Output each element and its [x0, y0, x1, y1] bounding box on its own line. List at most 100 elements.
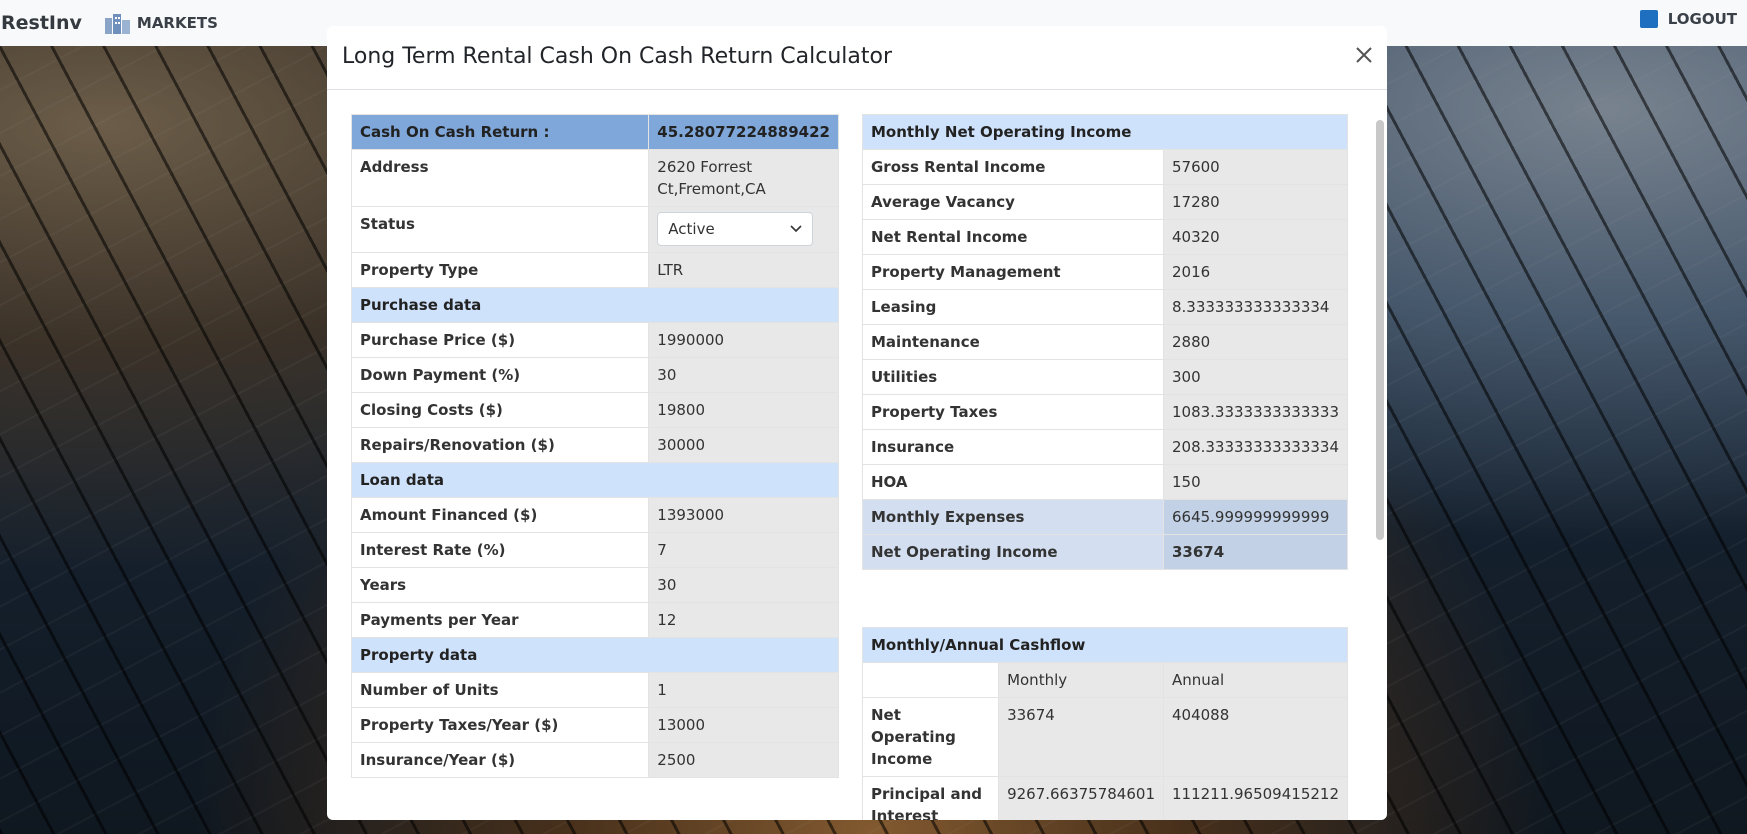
net-operating-income-row: Net Operating Income 33674 — [862, 534, 1349, 570]
cashflow-column-headers: Monthly Annual — [861, 662, 1349, 698]
noi-row: Utilities 300 — [862, 359, 1349, 395]
data-row: Number of Units 1 — [350, 672, 839, 708]
row-value: 2620 Forrest Ct,Fremont,CA — [648, 149, 839, 207]
nav-markets-link[interactable]: MARKETS — [104, 12, 218, 34]
section-title: Purchase data — [351, 287, 839, 323]
data-row: Closing Costs ($) 19800 — [350, 392, 839, 428]
section-title: Property data — [351, 637, 839, 673]
noi-row: Leasing 8.333333333333334 — [862, 289, 1349, 325]
row-label: Insurance/Year ($) — [350, 742, 650, 778]
row-label: Property Taxes/Year ($) — [350, 707, 650, 743]
row-value: 19800 — [648, 392, 839, 428]
row-value: 12 — [648, 602, 839, 638]
noi-row: Property Taxes 1083.3333333333333 — [862, 394, 1349, 430]
data-row: Insurance/Year ($) 2500 — [350, 742, 839, 778]
noi-row-value: 300 — [1162, 359, 1349, 395]
status-select-value: Active — [668, 220, 715, 238]
noi-row-label: Insurance — [862, 429, 1164, 465]
row-label: Property Type — [350, 252, 650, 288]
noi-row-value: 57600 — [1162, 149, 1349, 185]
noi-row-label: Leasing — [862, 289, 1164, 325]
noi-row-value: 2880 — [1162, 324, 1349, 360]
data-row: Amount Financed ($) 1393000 — [350, 497, 839, 533]
cashflow-col-monthly: Monthly — [998, 662, 1164, 698]
row-label: Closing Costs ($) — [350, 392, 650, 428]
section-header-row: Purchase data — [351, 287, 839, 323]
row-value: 1990000 — [648, 322, 839, 358]
monthly-expenses-value: 6645.999999999999 — [1162, 499, 1349, 535]
noi-row: Property Management 2016 — [862, 254, 1349, 290]
row-label: Status — [350, 206, 650, 253]
cashflow-row-label: Principal and Interest — [861, 776, 1000, 820]
data-row: Payments per Year 12 — [350, 602, 839, 638]
modal-body: Cash On Cash Return :45.28077224889422 Ad… — [327, 90, 1387, 820]
row-value: 7 — [648, 532, 839, 568]
noi-row: Average Vacancy 17280 — [862, 184, 1349, 220]
buildings-icon — [104, 14, 130, 34]
section-title: Loan data — [351, 462, 839, 498]
calculator-modal: Long Term Rental Cash On Cash Return Cal… — [327, 26, 1387, 820]
noi-row-label: Gross Rental Income — [862, 149, 1164, 185]
cashflow-row-label: Net Operating Income — [861, 697, 1000, 777]
monthly-expenses-row: Monthly Expenses 6645.999999999999 — [862, 499, 1349, 535]
cashflow-annual-value: 404088 — [1162, 697, 1349, 777]
cash-on-cash-value: 45.28077224889422 — [648, 114, 839, 150]
cashflow-corner-cell — [861, 662, 1000, 698]
cashflow-annual-value: 111211.96509415212 — [1162, 776, 1349, 820]
noi-row-label: Property Taxes — [862, 394, 1164, 430]
row-label: Amount Financed ($) — [350, 497, 650, 533]
cashflow-col-annual: Annual — [1162, 662, 1349, 698]
noi-row-label: Maintenance — [862, 324, 1164, 360]
noi-row-value: 2016 — [1162, 254, 1349, 290]
data-row: Address 2620 Forrest Ct,Fremont,CA — [350, 149, 839, 207]
row-value: 1 — [648, 672, 839, 708]
modal-title: Long Term Rental Cash On Cash Return Cal… — [342, 44, 892, 69]
logout-button[interactable]: LOGOUT — [1639, 10, 1737, 28]
noi-row-label: HOA — [862, 464, 1164, 500]
net-operating-income-value: 33674 — [1162, 534, 1349, 570]
property-input-table: Cash On Cash Return :45.28077224889422 Ad… — [350, 114, 839, 778]
noi-table: Monthly Net Operating Income Gross Renta… — [862, 114, 1349, 570]
cashflow-table: Monthly/Annual Cashflow Monthly Annual N… — [861, 627, 1349, 820]
row-label: Down Payment (%) — [350, 357, 650, 393]
noi-row-value: 208.33333333333334 — [1162, 429, 1349, 465]
noi-row: Insurance 208.33333333333334 — [862, 429, 1349, 465]
noi-row: HOA 150 — [862, 464, 1349, 500]
cashflow-header-row: Monthly/Annual Cashflow — [862, 627, 1348, 663]
row-label: Purchase Price ($) — [350, 322, 650, 358]
nav-markets-label: MARKETS — [136, 14, 218, 32]
data-row: Status Active — [350, 206, 839, 253]
noi-title: Monthly Net Operating Income — [862, 114, 1348, 150]
chevron-down-icon — [790, 225, 802, 233]
noi-row-value: 150 — [1162, 464, 1349, 500]
modal-scrollbar[interactable] — [1376, 120, 1384, 540]
noi-row: Gross Rental Income 57600 — [862, 149, 1349, 185]
cashflow-row: Net Operating Income 33674 404088 — [861, 697, 1349, 777]
cash-on-cash-row: Cash On Cash Return :45.28077224889422 — [350, 114, 839, 150]
row-label: Cash On Cash Return : — [350, 114, 650, 150]
status-select[interactable]: Active — [657, 212, 814, 246]
monthly-expenses-label: Monthly Expenses — [862, 499, 1164, 535]
row-label: Interest Rate (%) — [350, 532, 650, 568]
section-header-row: Property data — [351, 637, 839, 673]
row-value: 30 — [648, 357, 839, 393]
status-cell: Active — [648, 206, 839, 253]
noi-row: Net Rental Income 40320 — [862, 219, 1349, 255]
row-label: Number of Units — [350, 672, 650, 708]
noi-row-value: 40320 — [1162, 219, 1349, 255]
brand-logo[interactable]: RestInv — [1, 12, 82, 34]
noi-row-value: 1083.3333333333333 — [1162, 394, 1349, 430]
noi-row-value: 17280 — [1162, 184, 1349, 220]
close-icon[interactable] — [1351, 42, 1377, 68]
data-row: Purchase Price ($) 1990000 — [350, 322, 839, 358]
row-label: Years — [350, 567, 650, 603]
data-row: Interest Rate (%) 7 — [350, 532, 839, 568]
noi-row: Maintenance 2880 — [862, 324, 1349, 360]
data-row: Down Payment (%) 30 — [350, 357, 839, 393]
noi-row-value: 8.333333333333334 — [1162, 289, 1349, 325]
cashflow-monthly-value: 9267.66375784601 — [998, 776, 1164, 820]
net-operating-income-label: Net Operating Income — [862, 534, 1164, 570]
cashflow-title: Monthly/Annual Cashflow — [862, 627, 1348, 663]
section-header-row: Loan data — [351, 462, 839, 498]
noi-header-row: Monthly Net Operating Income — [862, 114, 1348, 150]
